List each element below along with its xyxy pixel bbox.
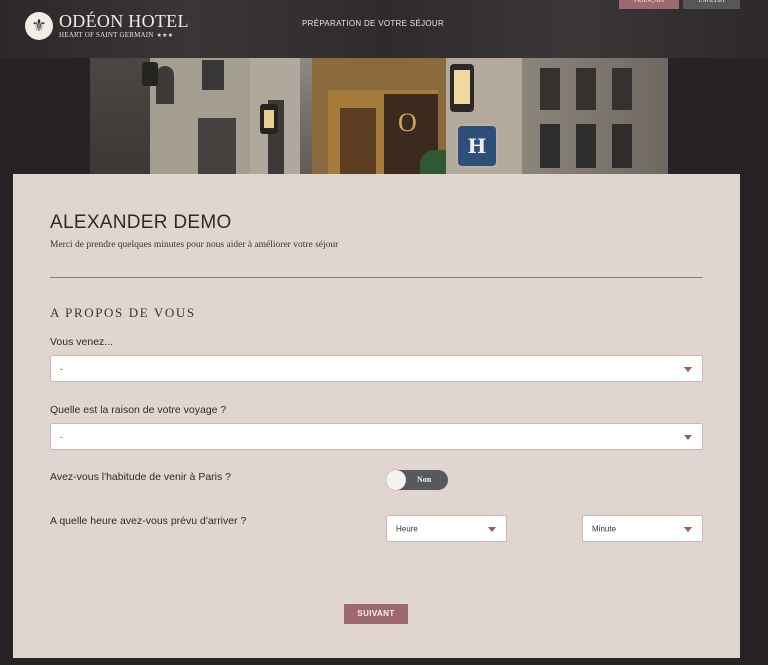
- language-english-button[interactable]: ENGLISH: [683, 0, 740, 9]
- logo-subtitle: HEART OF SAINT GERMAIN ★★★: [59, 31, 173, 39]
- logo-subtitle-text: HEART OF SAINT GERMAIN: [59, 31, 154, 39]
- arrival-minute-value: Minute: [592, 524, 617, 533]
- arrival-minute-select[interactable]: Minute: [582, 515, 703, 542]
- hotel-classification-sign: H: [456, 124, 498, 168]
- origin-select[interactable]: -: [50, 355, 703, 382]
- next-button[interactable]: SUIVANT: [344, 604, 408, 624]
- door-lettering: O: [398, 108, 419, 137]
- trip-reason-label: Quelle est la raison de votre voyage ?: [50, 404, 227, 416]
- star-rating-icon: ★★★: [156, 33, 174, 39]
- site-header: ⚜ ODÉON HOTEL HEART OF SAINT GERMAIN ★★★ …: [0, 0, 768, 58]
- page-header-title: PRÉPARATION DE VOTRE SÉJOUR: [302, 19, 445, 28]
- arrival-time-label: A quelle heure avez-vous prévu d'arriver…: [50, 515, 247, 527]
- trip-reason-select[interactable]: -: [50, 423, 703, 450]
- trip-reason-select-value: -: [60, 432, 63, 441]
- chevron-down-icon: [684, 366, 692, 372]
- toggle-knob: [386, 470, 406, 490]
- time-separator: :: [543, 519, 545, 525]
- guest-name-heading: ALEXANDER DEMO: [50, 212, 232, 233]
- hotel-facade-photo: O H: [90, 58, 668, 174]
- language-french-button[interactable]: FRANÇAIS: [619, 0, 679, 9]
- origin-select-value: -: [60, 364, 63, 373]
- section-divider: [50, 277, 703, 278]
- arrival-hour-select[interactable]: Heure: [386, 515, 507, 542]
- logo-title[interactable]: ODÉON HOTEL: [59, 11, 189, 32]
- chevron-down-icon: [684, 526, 692, 532]
- chevron-down-icon: [684, 434, 692, 440]
- fleur-de-lis-icon: ⚜: [25, 12, 53, 40]
- chevron-down-icon: [488, 526, 496, 532]
- intro-text: Merci de prendre quelques minutes pour n…: [50, 240, 339, 250]
- origin-label: Vous venez...: [50, 336, 114, 348]
- paris-habit-label: Avez-vous l'habitude de venir à Paris ?: [50, 471, 231, 483]
- toggle-state-label: Non: [417, 475, 432, 484]
- survey-form-panel: ALEXANDER DEMO Merci de prendre quelques…: [13, 174, 740, 658]
- arrival-hour-value: Heure: [396, 524, 418, 533]
- section-title-about-you: A PROPOS DE VOUS: [50, 305, 196, 320]
- paris-habit-toggle[interactable]: Non: [386, 470, 448, 490]
